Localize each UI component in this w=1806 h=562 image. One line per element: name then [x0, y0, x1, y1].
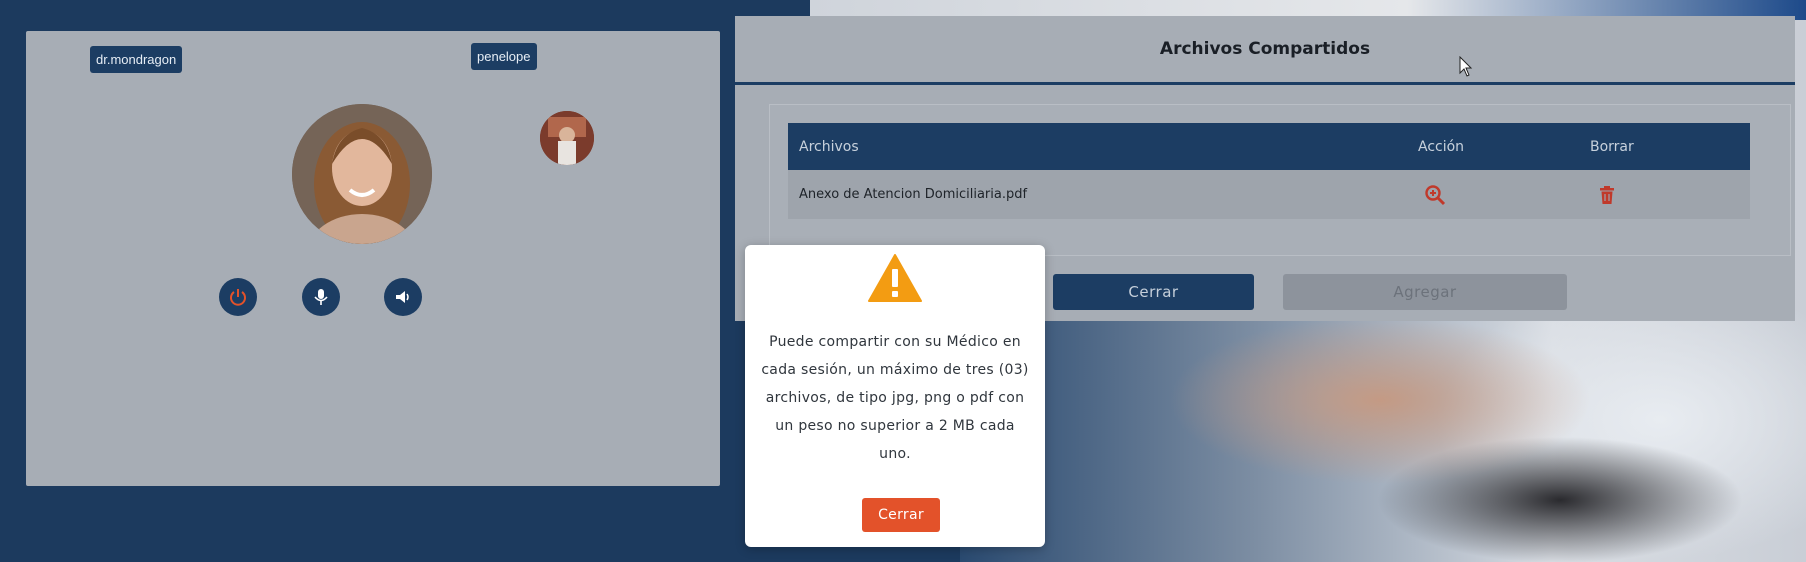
video-call-panel: dr.mondragon penelope — [26, 31, 720, 486]
column-header-delete: Borrar — [1590, 138, 1634, 155]
trash-icon — [1600, 185, 1614, 204]
microphone-button[interactable] — [302, 278, 340, 316]
files-panel-title: Archivos Compartidos — [1159, 39, 1371, 59]
modal-close-button[interactable]: Cerrar — [862, 498, 940, 532]
add-file-button[interactable]: Agregar — [1283, 274, 1567, 310]
speaker-button[interactable] — [384, 278, 422, 316]
participant-label-patient: penelope — [471, 43, 537, 70]
close-files-button[interactable]: Cerrar — [1053, 274, 1254, 310]
view-file-button[interactable] — [1424, 170, 1446, 219]
power-icon — [230, 289, 246, 306]
files-table-header: Archivos Acción Borrar — [788, 123, 1750, 170]
delete-file-button[interactable] — [1598, 170, 1616, 219]
files-panel-header: Archivos Compartidos — [735, 16, 1795, 85]
warning-modal: Puede compartir con su Médico en cada se… — [745, 245, 1045, 547]
microphone-icon — [314, 289, 328, 305]
modal-message: Puede compartir con su Médico en cada se… — [761, 334, 1029, 462]
file-name: Anexo de Atencion Domiciliaria.pdf — [799, 187, 1028, 202]
files-table-container: Archivos Acción Borrar Anexo de Atencion… — [769, 104, 1791, 256]
zoom-in-icon — [1425, 184, 1446, 205]
mouse-cursor-icon — [1459, 56, 1473, 77]
column-header-files: Archivos — [799, 138, 859, 155]
table-row: Anexo de Atencion Domiciliaria.pdf — [788, 170, 1750, 219]
participant-label-doctor: dr.mondragon — [90, 46, 183, 73]
warning-icon — [868, 254, 922, 302]
patient-avatar — [540, 111, 594, 165]
end-call-button[interactable] — [219, 278, 257, 316]
doctor-avatar — [292, 104, 432, 244]
column-header-action: Acción — [1418, 138, 1465, 155]
speaker-icon — [396, 291, 409, 303]
